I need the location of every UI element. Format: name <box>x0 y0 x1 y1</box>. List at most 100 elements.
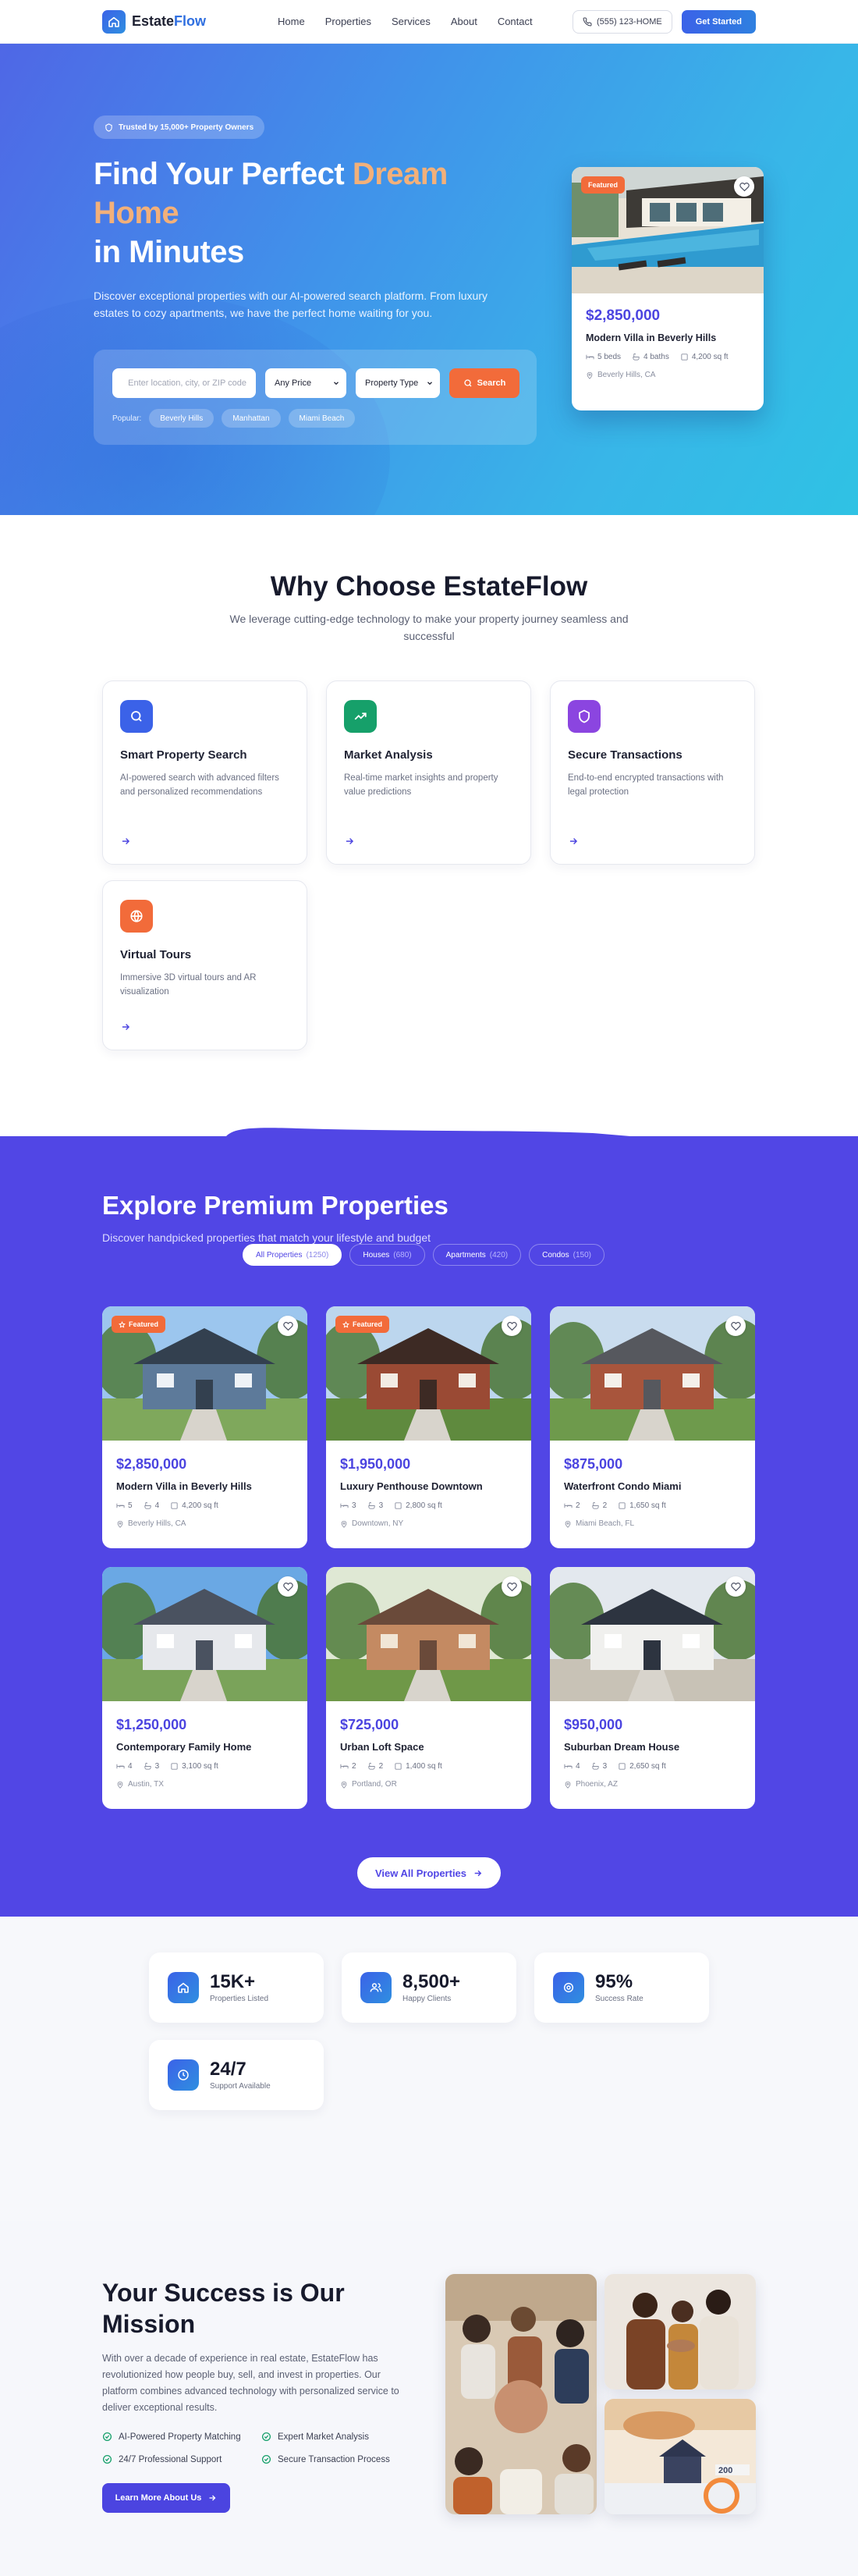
stats-section: 15K+Properties Listed 8,500+Happy Client… <box>0 1917 858 2221</box>
phone-button[interactable]: (555) 123-HOME <box>573 10 672 34</box>
feature-card-market-analysis[interactable]: Market Analysis Real-time market insight… <box>326 680 531 865</box>
property-card[interactable]: $1,250,000Contemporary Family Home433,10… <box>102 1567 307 1809</box>
property-card[interactable]: Featured $2,850,000 Modern Villa in Beverl… <box>102 1306 307 1548</box>
logo[interactable]: EstateFlow <box>102 10 206 34</box>
check-circle-icon <box>102 2454 112 2464</box>
card-location: Beverly Hills, CA <box>586 371 750 379</box>
tab-apartments[interactable]: Apartments(420) <box>433 1244 522 1266</box>
nav-link-services[interactable]: Services <box>392 16 431 27</box>
search-icon <box>463 378 473 388</box>
home-icon <box>102 10 126 34</box>
property-price: $2,850,000 <box>116 1456 293 1473</box>
mission-title: Your Success is Our Mission <box>102 2277 367 2340</box>
sqft: 3,100 sq ft <box>182 1762 218 1771</box>
area-icon <box>170 1501 179 1510</box>
heart-icon[interactable] <box>725 1316 746 1336</box>
map-pin-icon <box>564 1520 572 1528</box>
bath-icon <box>591 1501 600 1510</box>
property-photo <box>102 1567 307 1701</box>
popular-searches: Popular: Beverly Hills Manhattan Miami B… <box>112 409 355 428</box>
get-started-button[interactable]: Get Started <box>682 10 756 34</box>
heart-icon[interactable] <box>502 1316 522 1336</box>
heart-icon[interactable] <box>725 1576 746 1597</box>
feature-desc: End-to-end encrypted transactions with l… <box>568 771 737 799</box>
stat-card: 24/7Support Available <box>149 2040 324 2110</box>
heart-icon[interactable] <box>502 1576 522 1597</box>
nav-link-about[interactable]: About <box>451 16 477 27</box>
popular-chip[interactable]: Miami Beach <box>289 409 356 428</box>
heart-icon[interactable] <box>278 1316 298 1336</box>
baths: 2 <box>379 1762 384 1771</box>
property-location: Portland, OR <box>340 1780 517 1789</box>
arrow-right-icon[interactable] <box>120 1022 131 1032</box>
bed-icon <box>564 1762 573 1771</box>
tab-condos[interactable]: Condos(150) <box>529 1244 604 1266</box>
location-search-input[interactable]: Enter location, city, or ZIP code <box>112 368 256 398</box>
learn-more-button[interactable]: Learn More About Us <box>102 2483 230 2513</box>
property-price: $875,000 <box>564 1456 741 1473</box>
feature-card-smart-search[interactable]: Smart Property Search AI-powered search … <box>102 680 307 865</box>
hero-title: Find Your Perfect Dream Home in Minutes <box>94 155 530 272</box>
tab-all-properties[interactable]: All Properties(1250) <box>243 1244 342 1266</box>
heart-icon[interactable] <box>734 176 754 197</box>
nav-link-home[interactable]: Home <box>278 16 305 27</box>
why-section: Why Choose EstateFlow We leverage cuttin… <box>0 515 858 1136</box>
feature-title: Market Analysis <box>344 748 513 762</box>
check-circle-icon <box>102 2432 112 2442</box>
trending-up-icon <box>344 700 377 733</box>
check-circle-icon <box>261 2454 271 2464</box>
arrow-right-icon <box>473 1868 483 1878</box>
popular-chip[interactable]: Beverly Hills <box>149 409 214 428</box>
property-tabs: All Properties(1250) Houses(680) Apartme… <box>243 1244 604 1266</box>
nav-link-properties[interactable]: Properties <box>325 16 371 27</box>
price-select[interactable]: Any Price <box>265 368 346 398</box>
tab-houses[interactable]: Houses(680) <box>349 1244 424 1266</box>
property-meta: 432,650 sq ft <box>564 1762 741 1771</box>
feature-card-virtual-tours[interactable]: Virtual Tours Immersive 3D virtual tours… <box>102 880 307 1050</box>
property-location: Downtown, NY <box>340 1519 517 1528</box>
sqft: 2,800 sq ft <box>406 1501 442 1510</box>
map-pin-icon <box>116 1520 124 1528</box>
bed-icon <box>116 1501 125 1510</box>
bath-icon <box>591 1762 600 1771</box>
property-title: Modern Villa in Beverly Hills <box>116 1480 293 1492</box>
mission-section: Your Success is Our Mission With over a … <box>0 2221 858 2576</box>
property-type-select[interactable]: Property Type <box>356 368 440 398</box>
map-pin-icon <box>340 1520 348 1528</box>
search-button[interactable]: Search <box>449 368 519 398</box>
property-card[interactable]: $725,000Urban Loft Space221,400 sq ftPor… <box>326 1567 531 1809</box>
property-title: Waterfront Condo Miami <box>564 1480 741 1492</box>
nav-link-contact[interactable]: Contact <box>498 16 533 27</box>
area-icon <box>170 1762 179 1771</box>
area-icon <box>394 1762 402 1771</box>
property-photo: Featured <box>326 1306 531 1441</box>
arrow-right-icon[interactable] <box>120 836 131 847</box>
bed-icon <box>116 1762 125 1771</box>
globe-icon <box>120 900 153 933</box>
featured-badge: Featured <box>112 1316 165 1333</box>
check-circle-icon <box>261 2432 271 2442</box>
hero-subtitle: Discover exceptional properties with our… <box>94 287 507 322</box>
property-price: $950,000 <box>564 1717 741 1733</box>
properties-title: Explore Premium Properties <box>102 1191 448 1220</box>
arrow-right-icon[interactable] <box>344 836 355 847</box>
heart-icon[interactable] <box>278 1576 298 1597</box>
why-title: Why Choose EstateFlow <box>0 571 858 602</box>
bath-icon <box>367 1501 376 1510</box>
feature-card-secure-transactions[interactable]: Secure Transactions End-to-end encrypted… <box>550 680 755 865</box>
view-all-properties-button[interactable]: View All Properties <box>357 1857 501 1888</box>
bath-icon <box>632 353 640 361</box>
baths: 4 <box>155 1501 160 1510</box>
featured-property-card[interactable]: Featured $2,850,000 Moder <box>572 167 764 410</box>
property-card[interactable]: $875,000Waterfront Condo Miami221,650 sq… <box>550 1306 755 1548</box>
stat-label: Support Available <box>210 2082 271 2091</box>
feature-title: Smart Property Search <box>120 748 289 762</box>
popular-chip[interactable]: Manhattan <box>222 409 280 428</box>
stat-card: 95%Success Rate <box>534 1952 709 2023</box>
property-card[interactable]: $950,000Suburban Dream House432,650 sq f… <box>550 1567 755 1809</box>
area-icon <box>394 1501 402 1510</box>
stat-label: Properties Listed <box>210 1995 268 2003</box>
arrow-right-icon[interactable] <box>568 836 579 847</box>
property-card[interactable]: Featured$1,950,000Luxury Penthouse Downt… <box>326 1306 531 1548</box>
hero-section: Trusted by 15,000+ Property Owners Find … <box>0 44 858 515</box>
